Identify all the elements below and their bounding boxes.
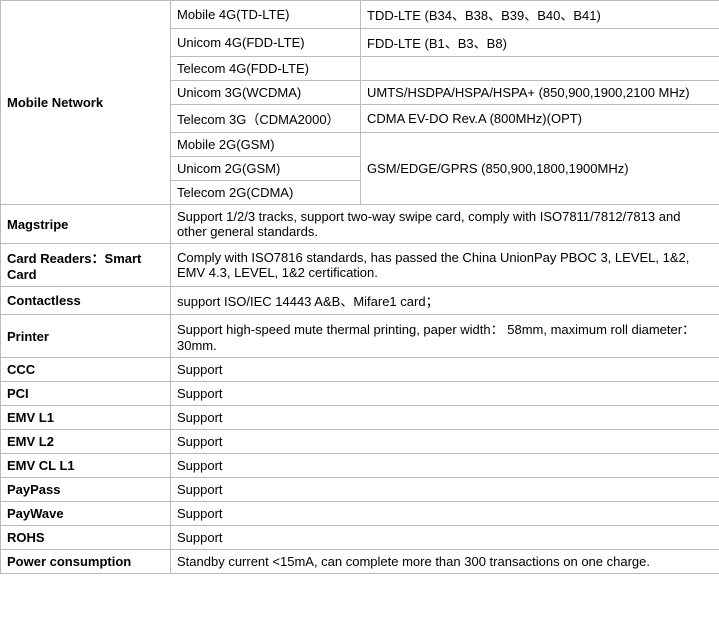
- cell-value: Standby current <15mA, can complete more…: [171, 550, 719, 574]
- label-magstripe: Magstripe: [1, 205, 171, 244]
- table-row: Power consumption Standby current <15mA,…: [1, 550, 719, 574]
- label-emv-l2: EMV L2: [1, 430, 171, 454]
- cell-value: Support: [171, 526, 719, 550]
- label-paypass: PayPass: [1, 478, 171, 502]
- table-row: Card Readers：Smart Card Comply with ISO7…: [1, 244, 719, 287]
- cell-operator: Telecom 4G(FDD-LTE): [171, 57, 361, 81]
- cell-value: Support: [171, 406, 719, 430]
- cell-value: support ISO/IEC 14443 A&B、Mifare1 card；: [171, 287, 719, 315]
- cell-operator: Mobile 2G(GSM): [171, 133, 361, 157]
- cell-value: Support: [171, 454, 719, 478]
- spec-table: Mobile Network Mobile 4G(TD-LTE) TDD-LTE…: [0, 0, 719, 574]
- cell-value: Comply with ISO7816 standards, has passe…: [171, 244, 719, 287]
- table-row: Contactless support ISO/IEC 14443 A&B、Mi…: [1, 287, 719, 315]
- cell-spec: UMTS/HSDPA/HSPA/HSPA+ (850,900,1900,2100…: [361, 81, 719, 105]
- cell-value: Support: [171, 358, 719, 382]
- table-row: Mobile Network Mobile 4G(TD-LTE) TDD-LTE…: [1, 1, 719, 29]
- cell-spec: FDD-LTE (B1、B3、B8): [361, 29, 719, 57]
- table-row: ROHS Support: [1, 526, 719, 550]
- cell-value: Support high-speed mute thermal printing…: [171, 315, 719, 358]
- label-contactless: Contactless: [1, 287, 171, 315]
- label-pci: PCI: [1, 382, 171, 406]
- table-row: CCC Support: [1, 358, 719, 382]
- cell-operator: Mobile 4G(TD-LTE): [171, 1, 361, 29]
- table-row: PayWave Support: [1, 502, 719, 526]
- table-row: EMV CL L1 Support: [1, 454, 719, 478]
- cell-value: Support 1/2/3 tracks, support two-way sw…: [171, 205, 719, 244]
- cell-operator: Telecom 3G（CDMA2000）: [171, 105, 361, 133]
- table-row: PCI Support: [1, 382, 719, 406]
- cell-spec: CDMA EV-DO Rev.A (800MHz)(OPT): [361, 105, 719, 133]
- cell-operator: Unicom 2G(GSM): [171, 157, 361, 181]
- cell-value: Support: [171, 478, 719, 502]
- cell-value: Support: [171, 382, 719, 406]
- table-row: Printer Support high-speed mute thermal …: [1, 315, 719, 358]
- cell-operator: Telecom 2G(CDMA): [171, 181, 361, 205]
- label-rohs: ROHS: [1, 526, 171, 550]
- label-smart-card: Card Readers：Smart Card: [1, 244, 171, 287]
- label-emv-l1: EMV L1: [1, 406, 171, 430]
- cell-value: Support: [171, 430, 719, 454]
- label-ccc: CCC: [1, 358, 171, 382]
- cell-operator: Unicom 4G(FDD-LTE): [171, 29, 361, 57]
- cell-value: Support: [171, 502, 719, 526]
- table-row: EMV L2 Support: [1, 430, 719, 454]
- table-row: EMV L1 Support: [1, 406, 719, 430]
- cell-spec: TDD-LTE (B34、B38、B39、B40、B41): [361, 1, 719, 29]
- cell-spec: [361, 57, 719, 81]
- table-row: PayPass Support: [1, 478, 719, 502]
- label-power: Power consumption: [1, 550, 171, 574]
- table-row: Magstripe Support 1/2/3 tracks, support …: [1, 205, 719, 244]
- label-emv-cl-l1: EMV CL L1: [1, 454, 171, 478]
- cell-operator: Unicom 3G(WCDMA): [171, 81, 361, 105]
- label-mobile-network: Mobile Network: [1, 1, 171, 205]
- label-printer: Printer: [1, 315, 171, 358]
- label-paywave: PayWave: [1, 502, 171, 526]
- cell-spec: GSM/EDGE/GPRS (850,900,1800,1900MHz): [361, 133, 719, 205]
